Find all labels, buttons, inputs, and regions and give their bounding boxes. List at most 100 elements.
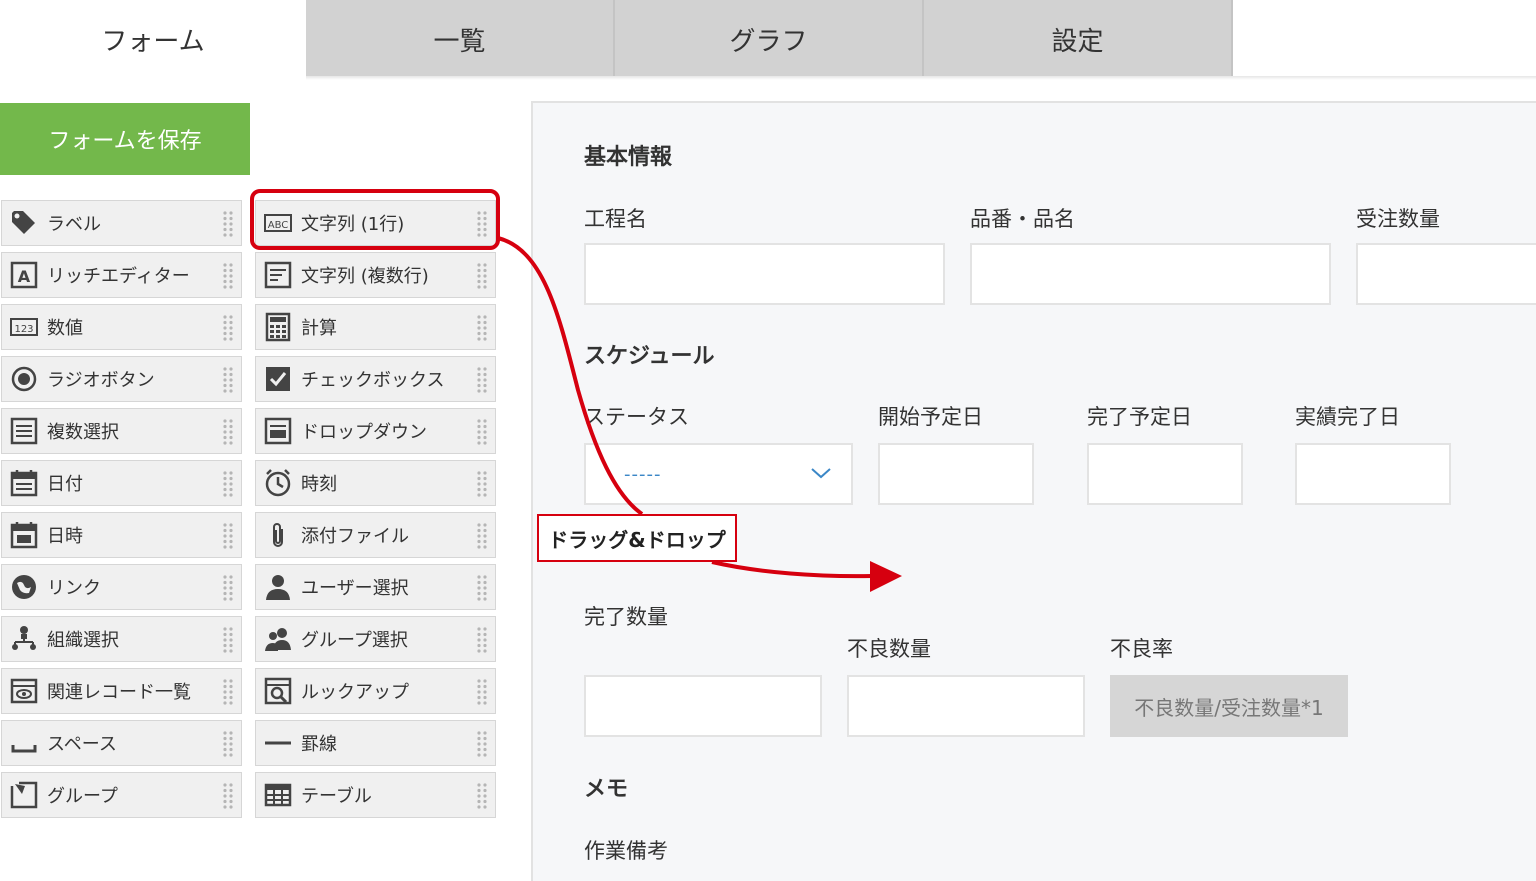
drag-handle-icon[interactable] bbox=[221, 625, 235, 655]
palette-item-paperclip[interactable]: 添付ファイル bbox=[255, 512, 496, 558]
palette-item-label: グループ選択 bbox=[301, 630, 408, 651]
rich-editor-icon: A bbox=[9, 260, 39, 290]
section-schedule: スケジュール bbox=[584, 344, 715, 369]
palette-item-date[interactable]: 日付 bbox=[1, 460, 242, 506]
palette-item-multi-select[interactable]: 複数選択 bbox=[1, 408, 242, 454]
save-form-button[interactable]: フォームを保存 bbox=[0, 103, 250, 175]
drag-handle-icon[interactable] bbox=[475, 521, 489, 551]
palette-item-calculator[interactable]: 計算 bbox=[255, 304, 496, 350]
end-date-input[interactable] bbox=[1087, 443, 1243, 505]
palette-item-label: 罫線 bbox=[301, 734, 337, 755]
process-name-input[interactable] bbox=[584, 243, 945, 305]
drag-handle-icon[interactable] bbox=[221, 365, 235, 395]
palette-item-org-select[interactable]: 組織選択 bbox=[1, 616, 242, 662]
drag-handle-icon[interactable] bbox=[221, 573, 235, 603]
defect-qty-input[interactable] bbox=[847, 675, 1085, 737]
palette-item-space[interactable]: スペース bbox=[1, 720, 242, 766]
palette-item-label: チェックボックス bbox=[301, 370, 445, 391]
label-defect-qty: 不良数量 bbox=[847, 637, 931, 661]
actual-end-input[interactable] bbox=[1295, 443, 1451, 505]
status-dropdown[interactable]: ----- bbox=[584, 443, 853, 505]
palette-item-label: グループ bbox=[47, 786, 118, 807]
palette-item-clock[interactable]: 時刻 bbox=[255, 460, 496, 506]
calculator-icon bbox=[263, 312, 293, 342]
palette-item-label: ラベル bbox=[47, 214, 101, 235]
svg-text:ABC: ABC bbox=[268, 220, 289, 231]
drag-handle-icon[interactable] bbox=[475, 781, 489, 811]
drag-handle-icon[interactable] bbox=[475, 573, 489, 603]
palette-item-label: リッチエディター bbox=[47, 266, 190, 287]
palette-item-label: ルックアップ bbox=[301, 682, 409, 703]
tab-form[interactable]: フォーム bbox=[0, 0, 306, 78]
drag-drop-label: ドラッグ&ドロップ bbox=[537, 514, 737, 562]
drag-handle-icon[interactable] bbox=[475, 313, 489, 343]
drag-handle-icon[interactable] bbox=[475, 417, 489, 447]
palette-item-abc-text[interactable]: ABC 文字列 (1行) bbox=[255, 200, 496, 246]
label-status: ステータス bbox=[584, 405, 689, 429]
palette-item-lookup[interactable]: ルックアップ bbox=[255, 668, 496, 714]
number-icon: 123 bbox=[9, 312, 39, 342]
palette-item-label: 日時 bbox=[47, 526, 83, 547]
link-icon bbox=[9, 572, 39, 602]
palette-item-radio[interactable]: ラジオボタン bbox=[1, 356, 242, 402]
drag-handle-icon[interactable] bbox=[221, 729, 235, 759]
done-qty-input[interactable] bbox=[584, 675, 822, 737]
drag-handle-icon[interactable] bbox=[475, 469, 489, 499]
palette-item-number[interactable]: 123 数値 bbox=[1, 304, 242, 350]
palette-item-multiline-text[interactable]: 文字列 (複数行) bbox=[255, 252, 496, 298]
palette-item-label: 組織選択 bbox=[47, 630, 119, 651]
section-memo: メモ bbox=[584, 777, 629, 802]
checkbox-icon bbox=[263, 364, 293, 394]
palette-item-label: テーブル bbox=[301, 786, 372, 807]
svg-text:123: 123 bbox=[14, 324, 33, 335]
drag-handle-icon[interactable] bbox=[221, 521, 235, 551]
palette-item-label: 時刻 bbox=[301, 474, 337, 495]
drag-handle-icon[interactable] bbox=[475, 209, 489, 239]
palette-item-line[interactable]: 罫線 bbox=[255, 720, 496, 766]
part-name-input[interactable] bbox=[970, 243, 1331, 305]
tab-bar-shadow bbox=[306, 76, 1536, 80]
drag-handle-icon[interactable] bbox=[221, 417, 235, 447]
palette-item-rich-editor[interactable]: A リッチエディター bbox=[1, 252, 242, 298]
drag-handle-icon[interactable] bbox=[475, 729, 489, 759]
multi-select-icon bbox=[9, 416, 39, 446]
chevron-down-icon bbox=[811, 468, 831, 479]
tag-icon bbox=[9, 208, 39, 238]
tab-settings[interactable]: 設定 bbox=[924, 0, 1233, 78]
palette-item-group[interactable]: グループ bbox=[1, 772, 242, 818]
lookup-icon bbox=[263, 676, 293, 706]
palette-item-datetime[interactable]: 日時 bbox=[1, 512, 242, 558]
palette-item-label: スペース bbox=[47, 734, 117, 755]
palette-item-label: リンク bbox=[47, 578, 101, 599]
drag-handle-icon[interactable] bbox=[221, 313, 235, 343]
label-done-qty: 完了数量 bbox=[584, 605, 668, 629]
start-date-input[interactable] bbox=[878, 443, 1034, 505]
palette-item-table[interactable]: テーブル bbox=[255, 772, 496, 818]
palette-item-users[interactable]: グループ選択 bbox=[255, 616, 496, 662]
drag-handle-icon[interactable] bbox=[475, 625, 489, 655]
drag-handle-icon[interactable] bbox=[221, 469, 235, 499]
app-root: フォーム 一覧 グラフ 設定 フォームを保存 ラベル A リッチエディター 123 数値… bbox=[0, 0, 1536, 881]
palette-item-label: 文字列 (1行) bbox=[301, 214, 405, 235]
palette-item-related-records[interactable]: 関連レコード一覧 bbox=[1, 668, 242, 714]
tab-graph[interactable]: グラフ bbox=[615, 0, 924, 78]
palette-item-dropdown[interactable]: ドロップダウン bbox=[255, 408, 496, 454]
drag-handle-icon[interactable] bbox=[221, 781, 235, 811]
palette-item-label: 複数選択 bbox=[47, 422, 119, 443]
drag-handle-icon[interactable] bbox=[475, 261, 489, 291]
drag-handle-icon[interactable] bbox=[221, 677, 235, 707]
palette-item-label: 文字列 (複数行) bbox=[301, 266, 429, 287]
palette-item-tag[interactable]: ラベル bbox=[1, 200, 242, 246]
tab-list[interactable]: 一覧 bbox=[306, 0, 615, 78]
group-icon bbox=[9, 780, 39, 810]
drag-handle-icon[interactable] bbox=[475, 365, 489, 395]
drag-handle-icon[interactable] bbox=[475, 677, 489, 707]
order-qty-input[interactable] bbox=[1356, 243, 1536, 305]
palette-item-user[interactable]: ユーザー選択 bbox=[255, 564, 496, 610]
palette-item-link[interactable]: リンク bbox=[1, 564, 242, 610]
drag-handle-icon[interactable] bbox=[221, 261, 235, 291]
palette-item-checkbox[interactable]: チェックボックス bbox=[255, 356, 496, 402]
users-icon bbox=[263, 624, 293, 654]
field-palette: ラベル A リッチエディター 123 数値ラジオボタン複数選択日付日時リンク組織選択関連… bbox=[0, 200, 500, 830]
drag-handle-icon[interactable] bbox=[221, 209, 235, 239]
